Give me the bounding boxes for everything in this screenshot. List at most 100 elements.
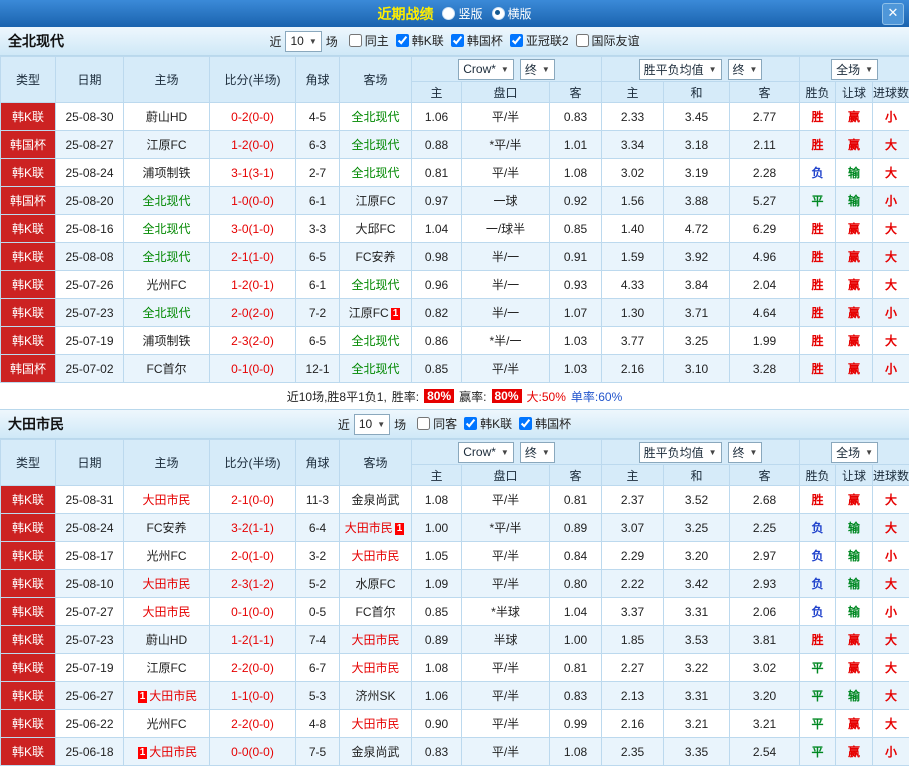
avg-select[interactable]: 胜平负均值▼ xyxy=(639,59,722,80)
match-count-select[interactable]: 10 ▼ xyxy=(285,31,321,52)
avg-final-select[interactable]: 终▼ xyxy=(728,442,763,463)
league-type-cell[interactable]: 韩K联 xyxy=(1,598,56,626)
home-team[interactable]: 光州FC xyxy=(124,271,210,299)
home-team[interactable]: 1大田市民 xyxy=(124,682,210,710)
competition-filter[interactable]: 同客 xyxy=(417,415,457,432)
league-type-cell[interactable]: 韩K联 xyxy=(1,215,56,243)
home-team[interactable]: 光州FC xyxy=(124,542,210,570)
layout-option-vertical[interactable]: 竖版 xyxy=(442,5,482,22)
home-team[interactable]: 蔚山HD xyxy=(124,103,210,131)
league-type-cell[interactable]: 韩K联 xyxy=(1,654,56,682)
away-team[interactable]: 全北现代 xyxy=(340,103,412,131)
odds-final-select[interactable]: 终▼ xyxy=(520,59,555,80)
filter-checkbox[interactable] xyxy=(396,34,409,47)
league-type-cell[interactable]: 韩国杯 xyxy=(1,131,56,159)
league-type-cell[interactable]: 韩K联 xyxy=(1,299,56,327)
away-team[interactable]: 全北现代 xyxy=(340,327,412,355)
away-team[interactable]: 金泉尚武 xyxy=(340,738,412,766)
home-team[interactable]: 大田市民 xyxy=(124,570,210,598)
filter-checkbox[interactable] xyxy=(464,417,477,430)
league-type-cell[interactable]: 韩K联 xyxy=(1,243,56,271)
home-team[interactable]: 1大田市民 xyxy=(124,738,210,766)
home-team[interactable]: 浦项制铁 xyxy=(124,159,210,187)
away-team[interactable]: 江原FC xyxy=(340,187,412,215)
away-team[interactable]: 全北现代 xyxy=(340,131,412,159)
away-team[interactable]: 全北现代 xyxy=(340,355,412,383)
league-type-cell[interactable]: 韩K联 xyxy=(1,710,56,738)
competition-filter[interactable]: 国际友谊 xyxy=(576,32,640,49)
bookmaker-select[interactable]: Crow*▼ xyxy=(458,59,514,80)
home-team[interactable]: 光州FC xyxy=(124,710,210,738)
filter-checkbox[interactable] xyxy=(417,417,430,430)
away-team[interactable]: 全北现代 xyxy=(340,271,412,299)
league-type-cell[interactable]: 韩K联 xyxy=(1,514,56,542)
avg-home: 2.37 xyxy=(602,486,664,514)
league-type-cell[interactable]: 韩K联 xyxy=(1,570,56,598)
away-team[interactable]: 大田市民 xyxy=(340,626,412,654)
away-team[interactable]: 水原FC xyxy=(340,570,412,598)
filter-checkbox[interactable] xyxy=(519,417,532,430)
odds-home: 0.83 xyxy=(412,738,462,766)
home-team[interactable]: 江原FC xyxy=(124,131,210,159)
big-rate: 大:50% xyxy=(527,388,566,405)
home-team[interactable]: 大田市民 xyxy=(124,486,210,514)
competition-filter[interactable]: 韩国杯 xyxy=(519,415,571,432)
league-type-cell[interactable]: 韩K联 xyxy=(1,486,56,514)
home-team[interactable]: 全北现代 xyxy=(124,243,210,271)
league-type-cell[interactable]: 韩K联 xyxy=(1,103,56,131)
away-team[interactable]: 江原FC1 xyxy=(340,299,412,327)
league-type-cell[interactable]: 韩国杯 xyxy=(1,355,56,383)
away-team[interactable]: 大邱FC xyxy=(340,215,412,243)
home-team[interactable]: 全北现代 xyxy=(124,299,210,327)
competition-filter[interactable]: 韩K联 xyxy=(396,32,444,49)
league-type-cell[interactable]: 韩K联 xyxy=(1,738,56,766)
competition-filter[interactable]: 韩国杯 xyxy=(451,32,503,49)
away-team[interactable]: 济州SK xyxy=(340,682,412,710)
competition-filter[interactable]: 韩K联 xyxy=(464,415,512,432)
home-team[interactable]: FC首尔 xyxy=(124,355,210,383)
scope-select[interactable]: 全场▼ xyxy=(831,442,878,463)
odds-final-select[interactable]: 终▼ xyxy=(520,442,555,463)
match-count-select[interactable]: 10 ▼ xyxy=(354,414,390,435)
league-type-cell[interactable]: 韩国杯 xyxy=(1,187,56,215)
home-team[interactable]: FC安养 xyxy=(124,514,210,542)
home-team[interactable]: 浦项制铁 xyxy=(124,327,210,355)
away-team[interactable]: FC安养 xyxy=(340,243,412,271)
avg-final-select[interactable]: 终▼ xyxy=(728,59,763,80)
goals-result: 大 xyxy=(873,159,909,187)
league-type-cell[interactable]: 韩K联 xyxy=(1,159,56,187)
league-type-cell[interactable]: 韩K联 xyxy=(1,682,56,710)
filter-checkbox[interactable] xyxy=(510,34,523,47)
filter-checkbox[interactable] xyxy=(451,34,464,47)
away-team[interactable]: 金泉尚武 xyxy=(340,486,412,514)
home-team[interactable]: 全北现代 xyxy=(124,215,210,243)
competition-filter[interactable]: 亚冠联2 xyxy=(510,32,569,49)
avg-select[interactable]: 胜平负均值▼ xyxy=(639,442,722,463)
home-team[interactable]: 大田市民 xyxy=(124,598,210,626)
away-team[interactable]: FC首尔 xyxy=(340,598,412,626)
radio-selected-icon[interactable] xyxy=(492,7,505,20)
away-team[interactable]: 大田市民1 xyxy=(340,514,412,542)
league-type-cell[interactable]: 韩K联 xyxy=(1,542,56,570)
filter-checkbox[interactable] xyxy=(576,34,589,47)
home-team[interactable]: 蔚山HD xyxy=(124,626,210,654)
radio-unselected-icon[interactable] xyxy=(442,7,455,20)
close-icon[interactable]: ✕ xyxy=(882,3,904,25)
away-team[interactable]: 全北现代 xyxy=(340,159,412,187)
home-team[interactable]: 江原FC xyxy=(124,654,210,682)
score: 2-1(0-0) xyxy=(210,486,296,514)
scope-select[interactable]: 全场▼ xyxy=(831,59,878,80)
competition-filter[interactable]: 同主 xyxy=(349,32,389,49)
avg-draw: 3.31 xyxy=(664,682,730,710)
goals-result: 大 xyxy=(873,682,909,710)
filter-checkbox[interactable] xyxy=(349,34,362,47)
league-type-cell[interactable]: 韩K联 xyxy=(1,327,56,355)
home-team[interactable]: 全北现代 xyxy=(124,187,210,215)
away-team[interactable]: 大田市民 xyxy=(340,710,412,738)
bookmaker-select[interactable]: Crow*▼ xyxy=(458,442,514,463)
league-type-cell[interactable]: 韩K联 xyxy=(1,626,56,654)
league-type-cell[interactable]: 韩K联 xyxy=(1,271,56,299)
layout-option-horizontal[interactable]: 横版 xyxy=(492,5,532,22)
away-team[interactable]: 大田市民 xyxy=(340,542,412,570)
away-team[interactable]: 大田市民 xyxy=(340,654,412,682)
